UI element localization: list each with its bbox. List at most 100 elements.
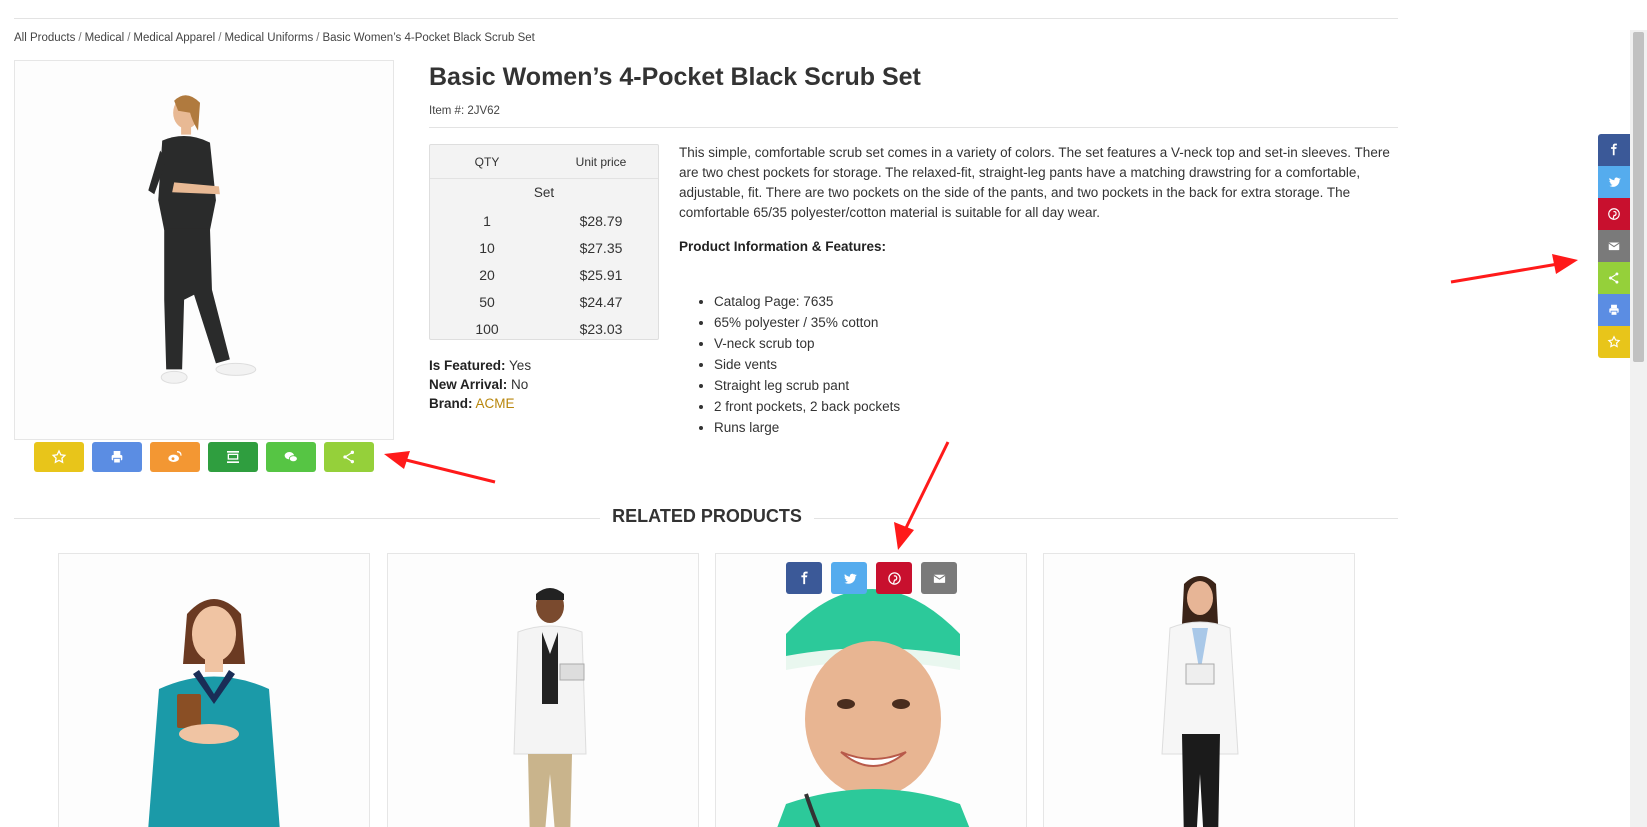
price-row: 100 $23.03 [430,315,658,342]
share-icon [343,450,354,464]
feature-item: Straight leg scrub pant [714,375,900,396]
price-value: $23.03 [579,320,623,337]
floating-share-bar [1598,134,1630,358]
product-image-doctor-coat [388,554,698,827]
item-number: Item #: 2JV62 [429,105,500,117]
feature-item: Runs large [714,417,900,438]
pinterest-icon [887,571,901,585]
feature-item: 65% polyester / 35% cotton [714,312,900,333]
breadcrumb-separator: / [127,32,131,44]
price-qty: 50 [479,293,495,310]
price-table: QTY Unit price Set 1 $28.79 10 $27.35 20 $2… [429,144,659,340]
scrub-model-illustration [15,61,393,439]
features-heading: Product Information & Features: [679,239,887,254]
feature-item: V-neck scrub top [714,333,900,354]
price-qty: 20 [479,266,495,283]
card-twitter-button[interactable] [831,562,867,594]
feature-item: 2 front pockets, 2 back pockets [714,396,900,417]
pinterest-icon [1608,208,1620,220]
related-divider-left [14,518,600,519]
brand-label: Brand: [429,396,473,411]
price-qty: 10 [479,239,495,256]
wechat-share-button[interactable] [266,442,316,472]
print-icon [111,451,123,464]
side-email-button[interactable] [1598,230,1630,262]
feature-item: Side vents [714,354,900,375]
price-qty: 1 [483,212,491,229]
featured-attribute: Is Featured: Yes [429,356,531,375]
share-more-button[interactable] [324,442,374,472]
facebook-icon [1611,143,1617,156]
breadcrumb-medical-apparel[interactable]: Medical Apparel [133,32,215,44]
brand-link[interactable]: ACME [476,396,515,411]
related-product-card[interactable] [58,553,370,827]
product-title: Basic Women’s 4-Pocket Black Scrub Set [429,63,921,91]
card-email-button[interactable] [921,562,957,594]
douban-share-button[interactable] [208,442,258,472]
price-value: $28.79 [579,212,623,229]
top-divider [14,18,1398,19]
scrollbar-thumb[interactable] [1633,32,1644,362]
card-share-bar [786,562,957,594]
print-icon [1609,304,1619,316]
facebook-icon [800,571,808,584]
annotation-arrow-share-row [384,451,496,484]
breadcrumb-medical-uniforms[interactable]: Medical Uniforms [224,32,313,44]
feature-item: Catalog Page: 7635 [714,291,900,312]
qty-header: QTY [474,154,500,169]
side-print-button[interactable] [1598,294,1630,326]
featured-value: Yes [509,358,532,373]
price-row: 20 $25.91 [430,261,658,288]
side-twitter-button[interactable] [1598,166,1630,198]
side-favorite-button[interactable] [1598,326,1630,358]
share-icon [1609,272,1619,284]
new-arrival-label: New Arrival: [429,377,508,392]
side-pinterest-button[interactable] [1598,198,1630,230]
card-facebook-button[interactable] [786,562,822,594]
twitter-icon [1609,177,1621,187]
breadcrumb: All Products / Medical / Medical Apparel / Med… [14,32,535,44]
price-value: $27.35 [579,239,623,256]
features-list: Catalog Page: 7635 65% polyester / 35% c… [714,291,900,438]
product-description: This simple, comfortable scrub set comes… [679,145,1390,220]
related-product-card[interactable] [387,553,699,827]
breadcrumb-separator: / [218,32,222,44]
annotation-arrow-side-share [1450,254,1578,284]
new-arrival-value: No [511,377,529,392]
side-facebook-button[interactable] [1598,134,1630,166]
unit-price-header: Unit price [575,154,627,169]
douban-icon [227,451,239,463]
twitter-icon [844,573,857,584]
product-image-surgical-cap [716,554,1026,827]
weibo-icon [168,451,182,462]
price-row: 50 $24.47 [430,288,658,315]
product-image-doctor-woman [1044,554,1354,827]
related-product-card[interactable] [715,553,1027,827]
breadcrumb-current: Basic Women’s 4-Pocket Black Scrub Set [322,32,535,44]
info-divider [429,127,1398,128]
related-product-card[interactable] [1043,553,1355,827]
brand-attribute: Brand: ACME [429,394,531,413]
weibo-share-button[interactable] [150,442,200,472]
product-share-bar [34,442,374,472]
annotation-arrow-card-share [894,441,950,550]
favorite-button[interactable] [34,442,84,472]
breadcrumb-all-products[interactable]: All Products [14,32,75,44]
breadcrumb-medical[interactable]: Medical [85,32,125,44]
breadcrumb-separator: / [78,32,82,44]
print-button[interactable] [92,442,142,472]
featured-label: Is Featured: [429,358,506,373]
side-share-button[interactable] [1598,262,1630,294]
price-value: $25.91 [579,266,623,283]
card-pinterest-button[interactable] [876,562,912,594]
main-product-image[interactable] [14,60,394,440]
new-arrival-attribute: New Arrival: No [429,375,531,394]
breadcrumb-separator: / [316,32,320,44]
star-icon [1607,335,1621,348]
product-image-nurse-teal [59,554,369,827]
wechat-icon [284,452,298,463]
price-value: $24.47 [579,293,623,310]
email-icon [1608,242,1620,251]
price-unit-label: Set [533,185,555,200]
price-table-header: QTY Unit price [430,145,658,179]
